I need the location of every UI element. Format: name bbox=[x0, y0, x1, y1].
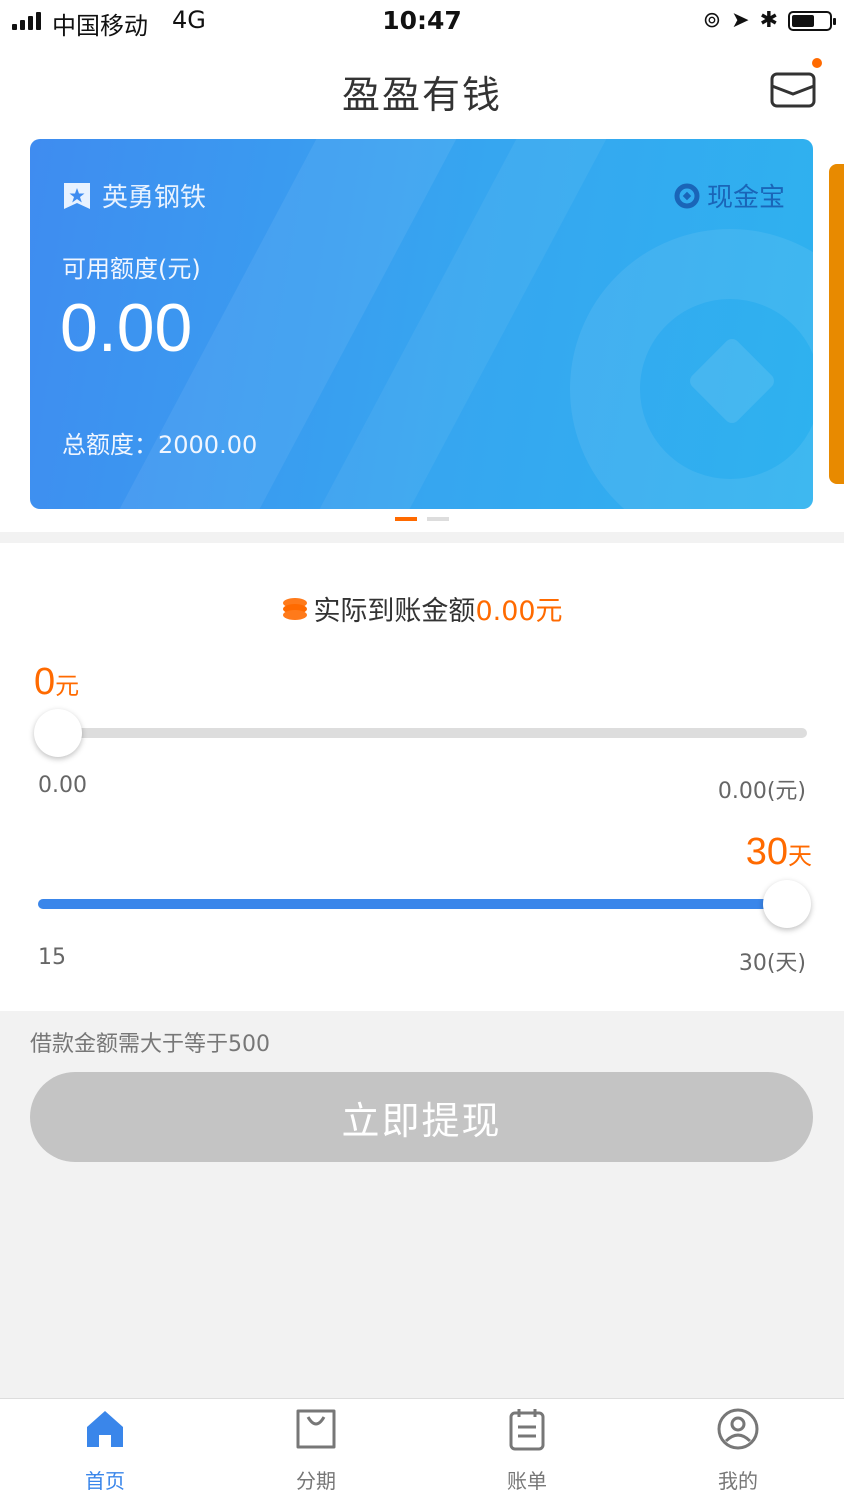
total-credit: 总额度：2000.00 bbox=[62, 431, 258, 459]
credit-card[interactable]: 英勇钢铁 现金宝 可用额度(元) 0.00 总额度：2000.00 bbox=[30, 139, 813, 509]
company-name: 英勇钢铁 bbox=[102, 183, 207, 213]
next-card-peek[interactable] bbox=[829, 164, 844, 484]
credit-card-carousel[interactable]: 英勇钢铁 现金宝 可用额度(元) 0.00 总额度：2000.00 bbox=[0, 134, 844, 532]
tab-label: 分期 bbox=[296, 1469, 336, 1493]
available-credit-label: 可用额度(元) bbox=[62, 255, 201, 283]
tab-bar: 首页 分期 账单 我的 bbox=[0, 1398, 844, 1501]
amount-value: 0元 bbox=[34, 661, 79, 704]
tab-bills[interactable]: 账单 bbox=[467, 1407, 587, 1494]
star-badge-icon bbox=[64, 182, 90, 209]
status-bar: 中国移动 4G 10:47 ⊚ ➤ ✱ bbox=[0, 0, 844, 44]
loan-config: 实际到账金额 0.00元 0元 0.00 0.00(元) 30天 15 30(天) bbox=[0, 543, 844, 1011]
tab-label: 我的 bbox=[718, 1469, 758, 1493]
brand-label: 现金宝 bbox=[673, 177, 785, 214]
amount-slider-track[interactable] bbox=[38, 728, 807, 738]
pager-dot bbox=[427, 517, 449, 521]
envelope-icon bbox=[770, 72, 816, 108]
page-title: 盈盈有钱 bbox=[341, 73, 502, 117]
amount-unit: 元 bbox=[55, 673, 80, 700]
location-icon: ➤ bbox=[731, 8, 750, 33]
brand-logo-icon bbox=[674, 183, 700, 208]
tab-label: 首页 bbox=[85, 1469, 125, 1493]
coin-watermark-icon bbox=[570, 229, 813, 509]
amount-number: 0 bbox=[34, 661, 56, 703]
tab-label: 账单 bbox=[507, 1469, 547, 1493]
user-icon bbox=[717, 1408, 759, 1450]
days-slider-fill bbox=[38, 899, 807, 909]
days-number: 30 bbox=[745, 831, 788, 873]
app-header: 盈盈有钱 bbox=[0, 44, 844, 134]
actual-receive-row: 实际到账金额 0.00元 bbox=[0, 589, 844, 628]
message-button[interactable] bbox=[770, 58, 822, 108]
amount-max-label: 0.00(元) bbox=[717, 779, 806, 804]
tab-me[interactable]: 我的 bbox=[678, 1407, 798, 1494]
days-unit: 天 bbox=[788, 843, 812, 870]
loan-hint: 借款金额需大于等于500 bbox=[30, 1032, 270, 1057]
unread-dot bbox=[812, 58, 822, 68]
rotation-lock-icon: ⊚ bbox=[702, 8, 722, 33]
days-value: 30天 bbox=[746, 831, 812, 874]
home-icon bbox=[87, 1411, 123, 1447]
amount-slider-thumb[interactable] bbox=[34, 709, 82, 757]
pager-dot bbox=[395, 517, 417, 521]
brand-name: 现金宝 bbox=[706, 183, 785, 213]
carousel-pager bbox=[0, 517, 844, 521]
tab-installment[interactable]: 分期 bbox=[256, 1407, 376, 1494]
company-label: 英勇钢铁 bbox=[62, 177, 206, 214]
tab-home[interactable]: 首页 bbox=[45, 1407, 165, 1494]
days-max-label: 30(天) bbox=[738, 951, 806, 976]
status-icons: ⊚ ➤ ✱ bbox=[702, 8, 836, 33]
days-min-label: 15 bbox=[38, 945, 66, 970]
days-slider-thumb[interactable] bbox=[763, 880, 811, 928]
coins-icon bbox=[283, 597, 308, 620]
actual-receive-label: 实际到账金额 bbox=[313, 596, 476, 627]
battery-icon bbox=[788, 10, 836, 31]
withdraw-button[interactable]: 立即提现 bbox=[30, 1072, 813, 1162]
amount-min-label: 0.00 bbox=[38, 773, 87, 798]
bluetooth-icon: ✱ bbox=[759, 8, 778, 33]
actual-receive-value: 0.00元 bbox=[475, 596, 563, 627]
shopping-bag-icon bbox=[296, 1409, 336, 1449]
bill-icon bbox=[509, 1409, 545, 1451]
available-credit-amount: 0.00 bbox=[60, 290, 193, 366]
